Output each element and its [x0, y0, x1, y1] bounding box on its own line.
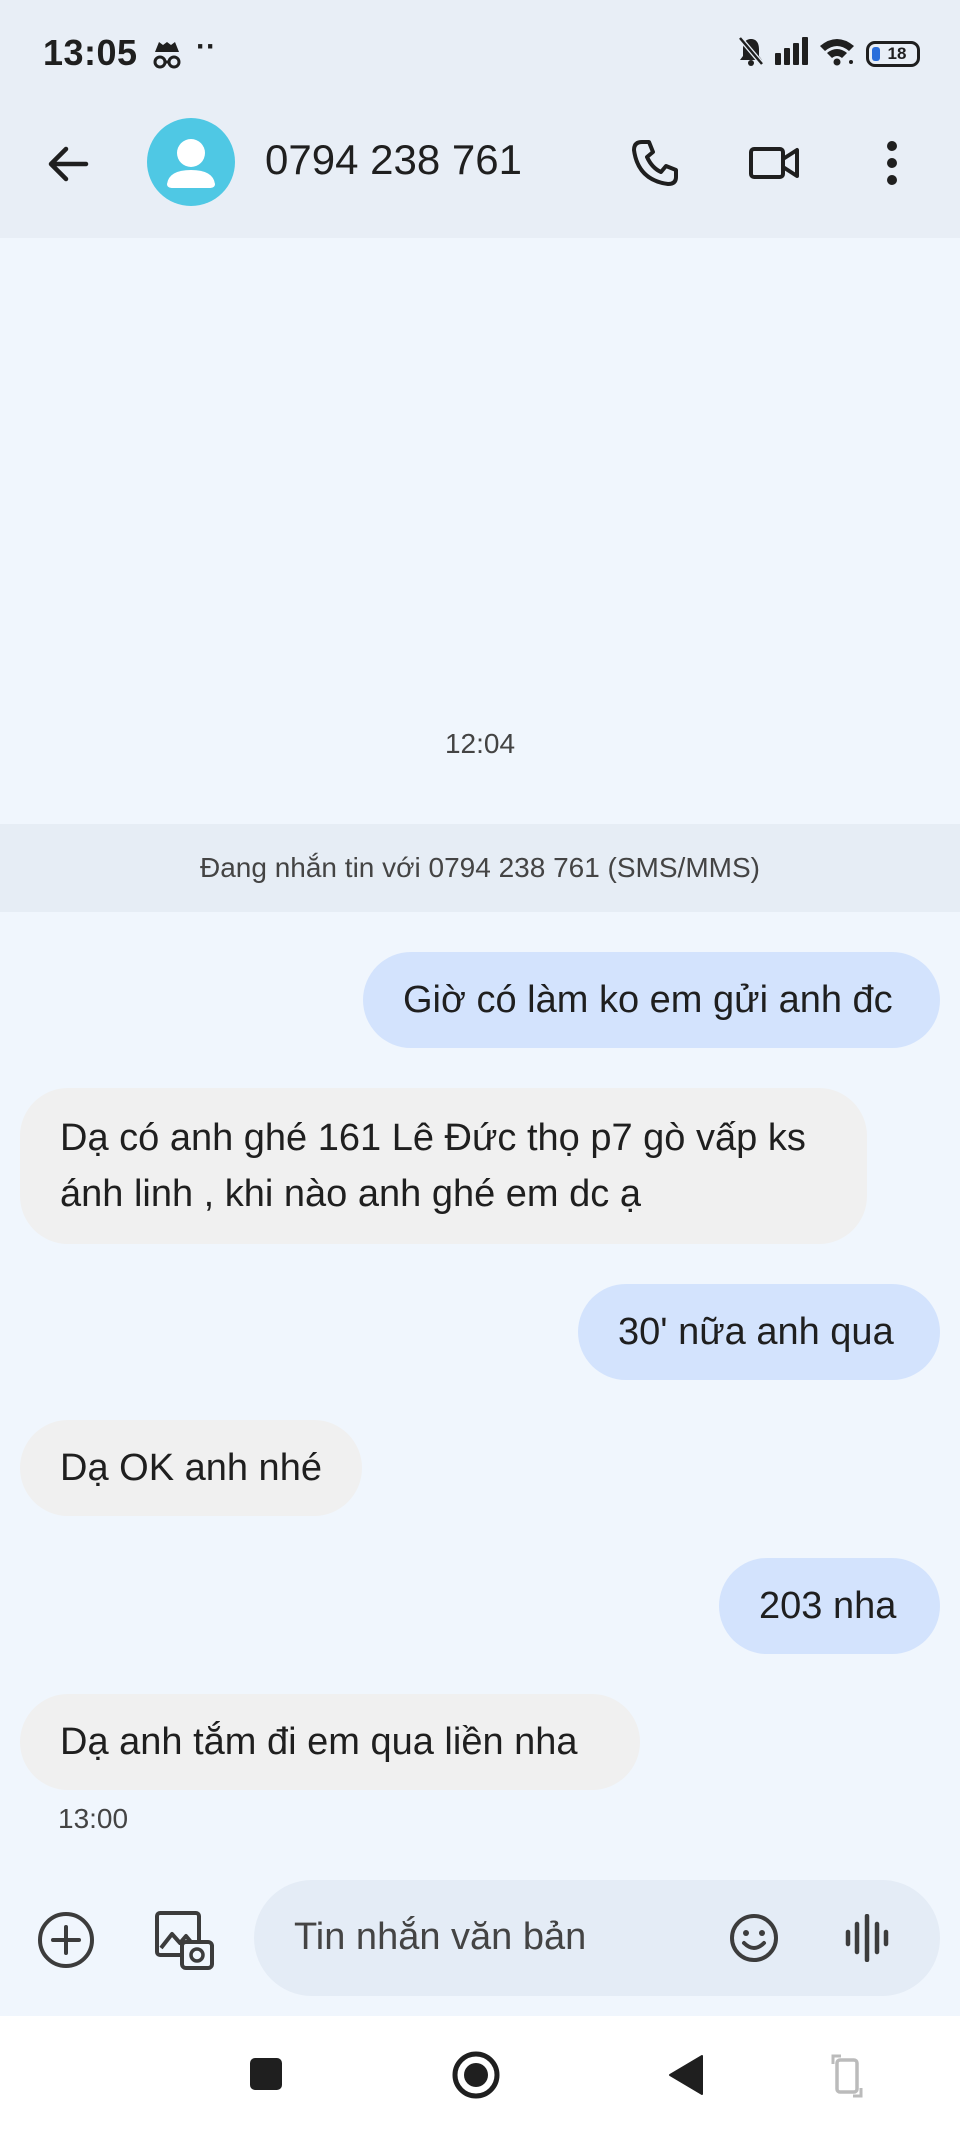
back-triangle-icon[interactable]: [668, 2054, 704, 2101]
app-bar: 0794 238 761: [0, 118, 960, 206]
message-text: Dạ OK anh nhé: [60, 1447, 322, 1489]
message-outgoing[interactable]: 203 nha: [719, 1558, 940, 1654]
video-call-icon[interactable]: [748, 138, 800, 193]
home-circle-icon[interactable]: [451, 2050, 501, 2105]
system-nav-bar: [0, 2016, 960, 2133]
status-bar: 13:05 ·· 18: [0, 30, 960, 80]
message-text: 30' nữa anh qua: [618, 1311, 894, 1353]
incognito-icon: [150, 40, 184, 75]
message-incoming[interactable]: Dạ anh tắm đi em qua liền nha: [20, 1694, 640, 1790]
message-incoming[interactable]: Dạ có anh ghé 161 Lê Đức thọ p7 gò vấp k…: [20, 1088, 867, 1244]
sms-banner-text: Đang nhắn tin với 0794 238 761 (SMS/MMS): [200, 852, 760, 883]
status-time: 13:05: [43, 32, 138, 73]
message-input[interactable]: Tin nhắn văn bản: [254, 1880, 940, 1996]
timestamp-bottom: 13:00: [58, 1803, 129, 1834]
recents-square-icon[interactable]: [248, 2056, 284, 2097]
battery-fill: [872, 46, 880, 61]
avatar-icon[interactable]: [147, 118, 235, 206]
emoji-icon[interactable]: [728, 1912, 780, 1969]
contact-name[interactable]: 0794 238 761: [265, 136, 522, 184]
notification-dots: ··: [196, 30, 216, 63]
top-bar: 13:05 ·· 18 0794 238 761: [0, 0, 960, 238]
timestamp-top: 12:04: [444, 728, 516, 759]
add-circle-icon[interactable]: [36, 1910, 96, 1975]
wifi-icon: [818, 36, 856, 71]
message-text: Dạ anh tắm đi em qua liền nha: [60, 1721, 578, 1763]
compose-bar: Tin nhắn văn bản: [0, 1880, 960, 2000]
rotate-icon[interactable]: [830, 2054, 864, 2103]
message-text: Giờ có làm ko em gửi anh đc: [403, 979, 893, 1021]
mute-bell-icon: [738, 36, 764, 71]
message-text: 203 nha: [759, 1585, 897, 1627]
message-incoming[interactable]: Dạ OK anh nhé: [20, 1420, 362, 1516]
battery-level: 18: [887, 43, 907, 63]
voice-icon[interactable]: [844, 1913, 890, 1967]
gallery-icon[interactable]: [152, 1908, 216, 1977]
phone-icon[interactable]: [630, 138, 680, 193]
signal-icon: [774, 37, 808, 70]
more-vert-icon[interactable]: [886, 138, 898, 193]
message-text-line-1: Dạ có anh ghé 161 Lê Đức thọ p7 gò vấp k…: [60, 1117, 806, 1159]
message-input-placeholder: Tin nhắn văn bản: [294, 1916, 587, 1958]
message-outgoing[interactable]: 30' nữa anh qua: [578, 1284, 940, 1380]
message-outgoing[interactable]: Giờ có làm ko em gửi anh đc: [363, 952, 940, 1048]
message-text-line-2: ánh linh , khi nào anh ghé em dc ạ: [60, 1173, 641, 1215]
battery-indicator: 18: [866, 40, 920, 67]
back-arrow-icon[interactable]: [44, 140, 92, 188]
sms-banner: Đang nhắn tin với 0794 238 761 (SMS/MMS): [0, 824, 960, 912]
